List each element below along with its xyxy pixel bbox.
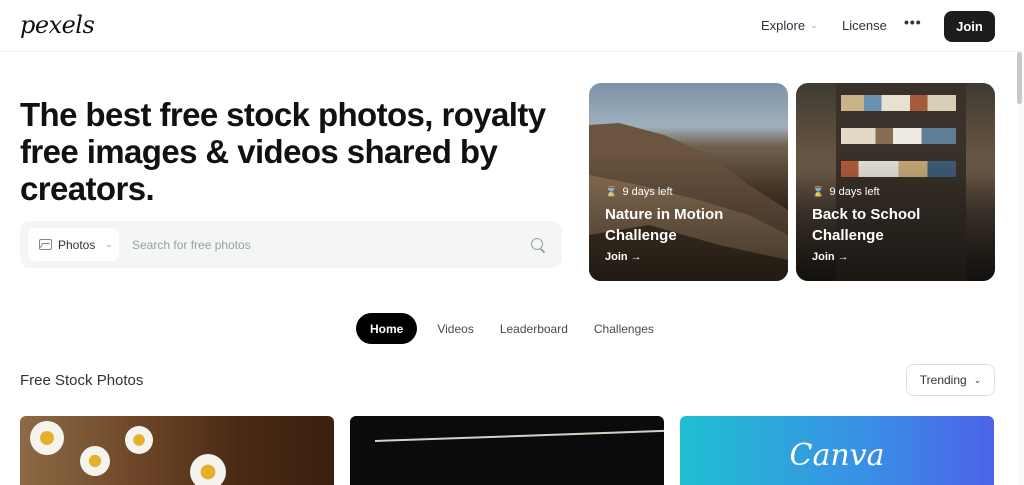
daisy-shape bbox=[80, 446, 110, 476]
photo-card-dark[interactable] bbox=[350, 416, 664, 485]
tab-home[interactable]: Home bbox=[356, 313, 418, 344]
pexels-logo[interactable]: pexels bbox=[20, 11, 95, 39]
search-icon[interactable] bbox=[531, 238, 543, 250]
canva-logo: Canva bbox=[789, 438, 885, 473]
search-bar: Photos ⌄ bbox=[20, 221, 562, 268]
scrollbar-thumb[interactable] bbox=[1017, 52, 1022, 104]
tab-challenges[interactable]: Challenges bbox=[581, 313, 667, 344]
photo-card-canva-ad[interactable]: Canva bbox=[680, 416, 994, 485]
chevron-down-icon: ⌄ bbox=[973, 374, 982, 385]
search-input[interactable] bbox=[132, 221, 512, 268]
scrollbar[interactable] bbox=[1017, 52, 1024, 485]
tab-leaderboard[interactable]: Leaderboard bbox=[487, 313, 581, 344]
challenge-title: Back to School Challenge bbox=[812, 206, 921, 244]
challenge-time-left: ⌛ 9 days left bbox=[812, 186, 880, 198]
join-button[interactable]: Join bbox=[944, 11, 995, 42]
top-navbar: pexels Explore ⌄ License ••• Join bbox=[0, 0, 1024, 52]
light-streak bbox=[374, 429, 664, 442]
image-icon bbox=[39, 239, 52, 250]
challenge-time-left: ⌛ 9 days left bbox=[605, 186, 673, 198]
challenge-card-nature[interactable]: ⌛ 9 days left Nature in Motion Challenge… bbox=[589, 83, 788, 281]
daisy-shape bbox=[30, 421, 64, 455]
challenge-title: Nature in Motion Challenge bbox=[605, 206, 724, 244]
search-type-label: Photos bbox=[58, 237, 96, 252]
chevron-down-icon: ⌄ bbox=[810, 20, 818, 30]
more-icon[interactable]: ••• bbox=[904, 14, 922, 30]
hero-title: The best free stock photos, royalty free… bbox=[20, 96, 546, 207]
content-tabs: Home Videos Leaderboard Challenges bbox=[356, 313, 667, 344]
hourglass-icon: ⌛ bbox=[812, 186, 825, 198]
explore-menu[interactable]: Explore ⌄ bbox=[761, 18, 818, 33]
photo-card-daisies[interactable] bbox=[20, 416, 334, 485]
time-left-text: 9 days left bbox=[622, 186, 673, 198]
chevron-down-icon: ⌄ bbox=[105, 239, 113, 249]
license-link[interactable]: License bbox=[842, 18, 887, 33]
daisy-shape bbox=[190, 454, 226, 485]
challenge-join-link[interactable]: Join → bbox=[605, 251, 642, 263]
section-title: Free Stock Photos bbox=[20, 372, 144, 389]
hourglass-icon: ⌛ bbox=[605, 186, 618, 198]
challenge-join-link[interactable]: Join → bbox=[812, 251, 849, 263]
sort-label: Trending bbox=[919, 373, 967, 387]
explore-label: Explore bbox=[761, 18, 806, 33]
tab-videos[interactable]: Videos bbox=[424, 313, 486, 344]
search-type-dropdown[interactable]: Photos ⌄ bbox=[28, 228, 119, 261]
sort-dropdown[interactable]: Trending ⌄ bbox=[906, 364, 995, 396]
daisy-shape bbox=[125, 426, 153, 454]
challenge-card-school[interactable]: ⌛ 9 days left Back to School Challenge J… bbox=[796, 83, 995, 281]
time-left-text: 9 days left bbox=[829, 186, 880, 198]
